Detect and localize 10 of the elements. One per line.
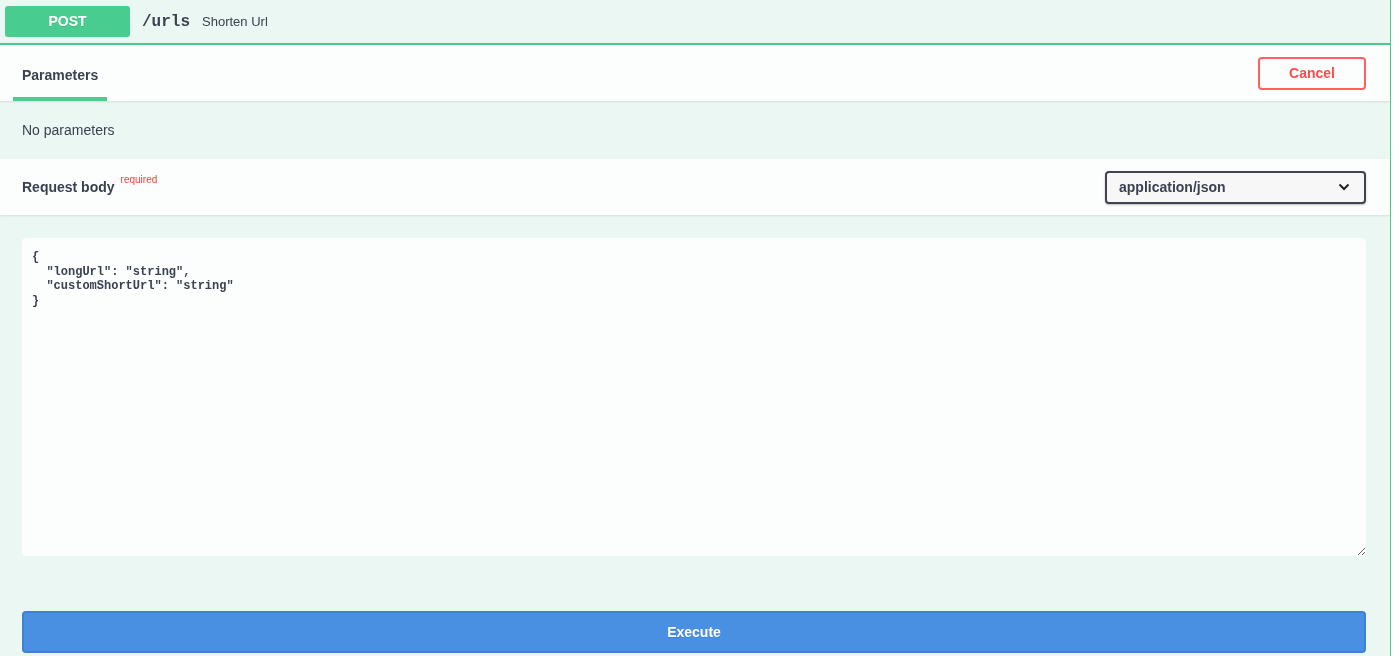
parameters-tab[interactable]: Parameters (13, 49, 108, 101)
required-label: required (120, 172, 158, 187)
method-badge: POST (5, 6, 130, 37)
endpoint-summary: Shorten Url (202, 12, 268, 31)
request-body-field[interactable]: { "longUrl": "string", "customShortUrl": "string" } (22, 238, 1366, 556)
request-body-title: Request body (22, 177, 115, 197)
endpoint-path: /urls (142, 11, 190, 33)
no-parameters-text: No parameters (22, 120, 115, 140)
chevron-down-icon (1338, 183, 1350, 191)
content-type-select[interactable]: application/json (1105, 170, 1366, 204)
